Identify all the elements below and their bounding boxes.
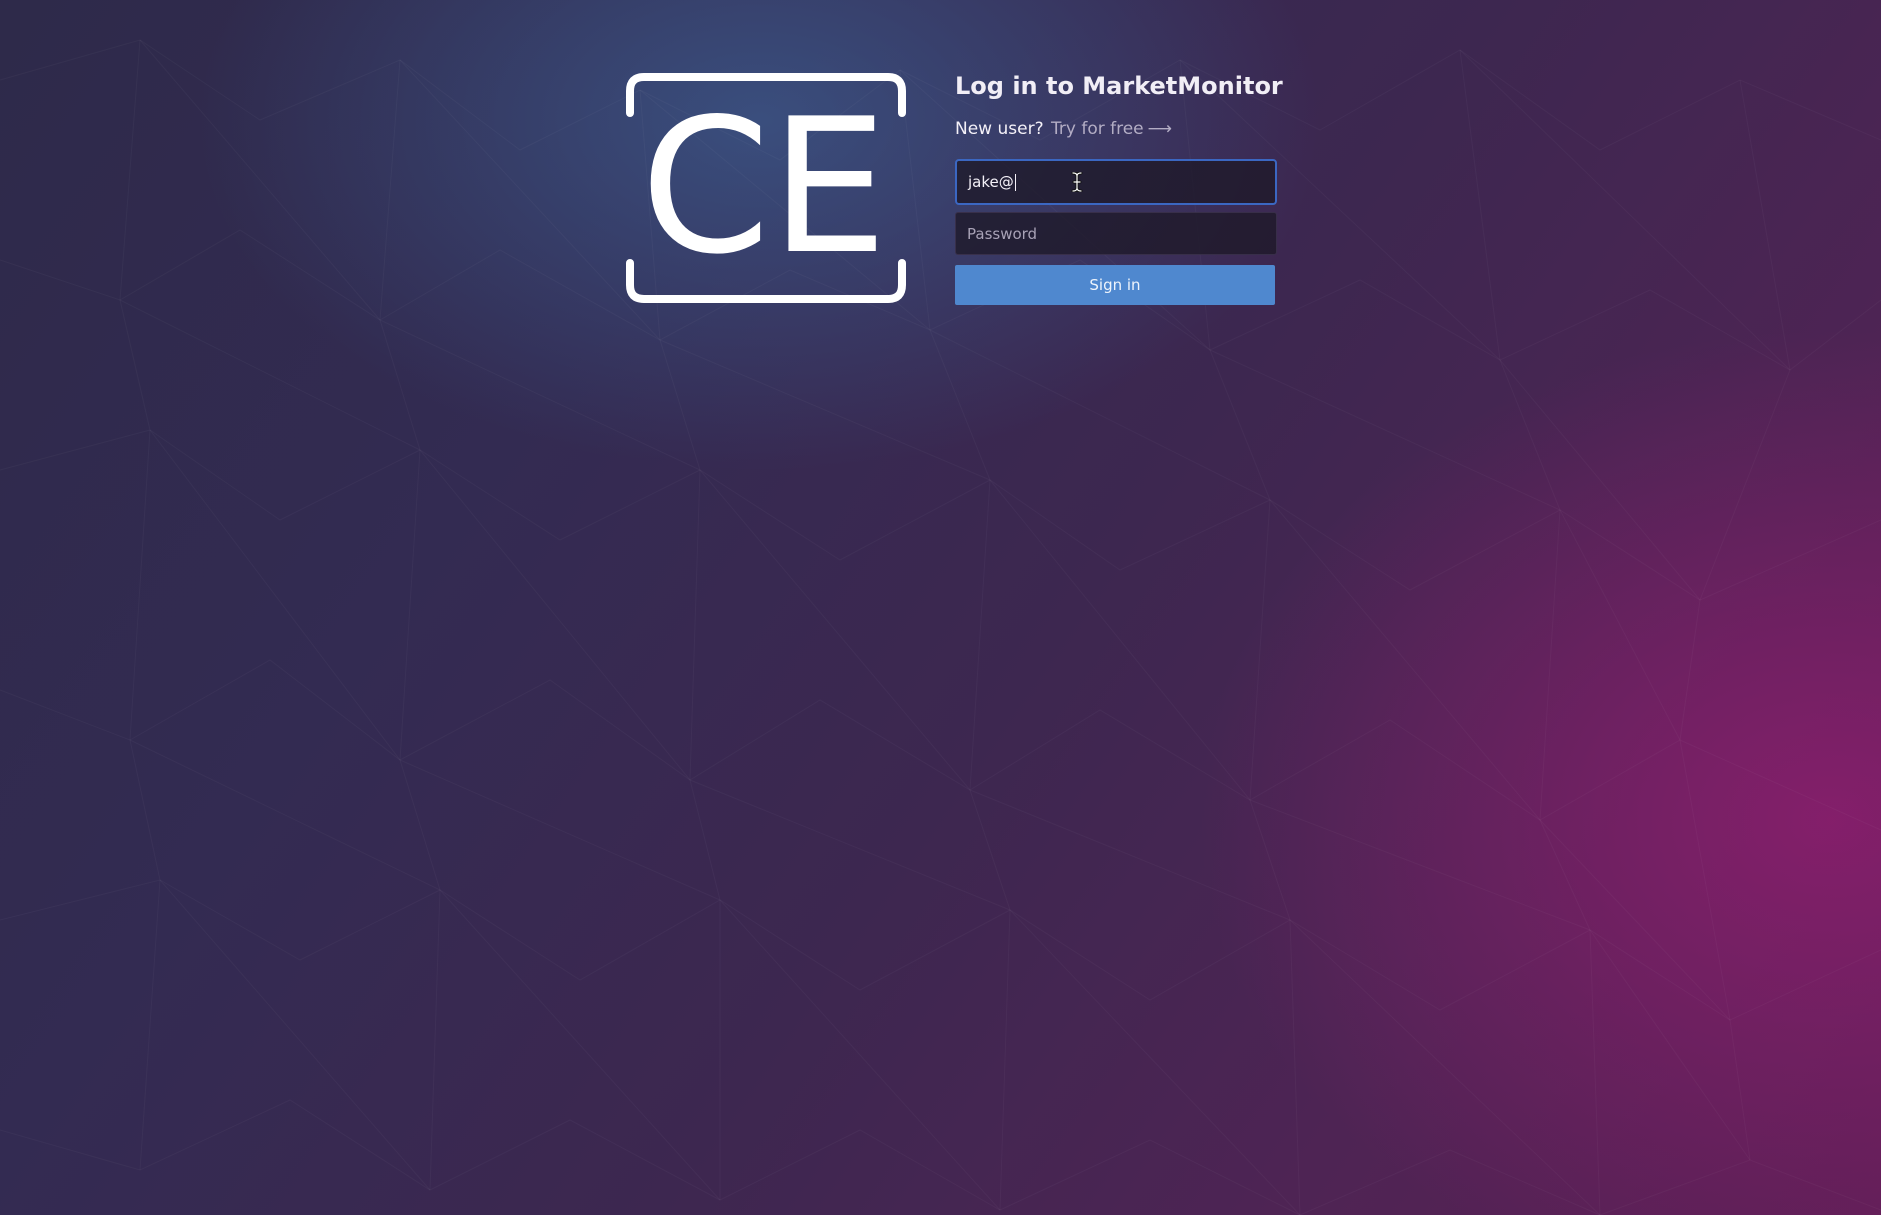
ce-bracket-logo-icon: CE bbox=[626, 73, 906, 303]
text-cursor-icon bbox=[1071, 172, 1083, 192]
password-placeholder: Password bbox=[967, 224, 1038, 243]
password-field[interactable]: Password bbox=[955, 212, 1277, 255]
try-for-free-label: Try for free bbox=[1051, 119, 1144, 139]
signup-prompt: New user? bbox=[955, 119, 1044, 139]
try-for-free-link[interactable]: Try for free ⟶ bbox=[1051, 119, 1172, 139]
text-caret bbox=[1014, 173, 1016, 191]
login-panel: Log in to MarketMonitor New user? Try fo… bbox=[955, 66, 1283, 305]
background-pattern bbox=[0, 0, 1881, 1215]
logo-letters: CE bbox=[640, 78, 887, 295]
email-field[interactable]: jake@ bbox=[955, 159, 1277, 205]
page-title: Log in to MarketMonitor bbox=[955, 72, 1283, 100]
signup-row: New user? Try for free ⟶ bbox=[955, 117, 1277, 141]
sign-in-button[interactable]: Sign in bbox=[955, 265, 1275, 305]
email-value: jake@ bbox=[968, 173, 1014, 191]
arrow-right-icon: ⟶ bbox=[1147, 119, 1173, 139]
